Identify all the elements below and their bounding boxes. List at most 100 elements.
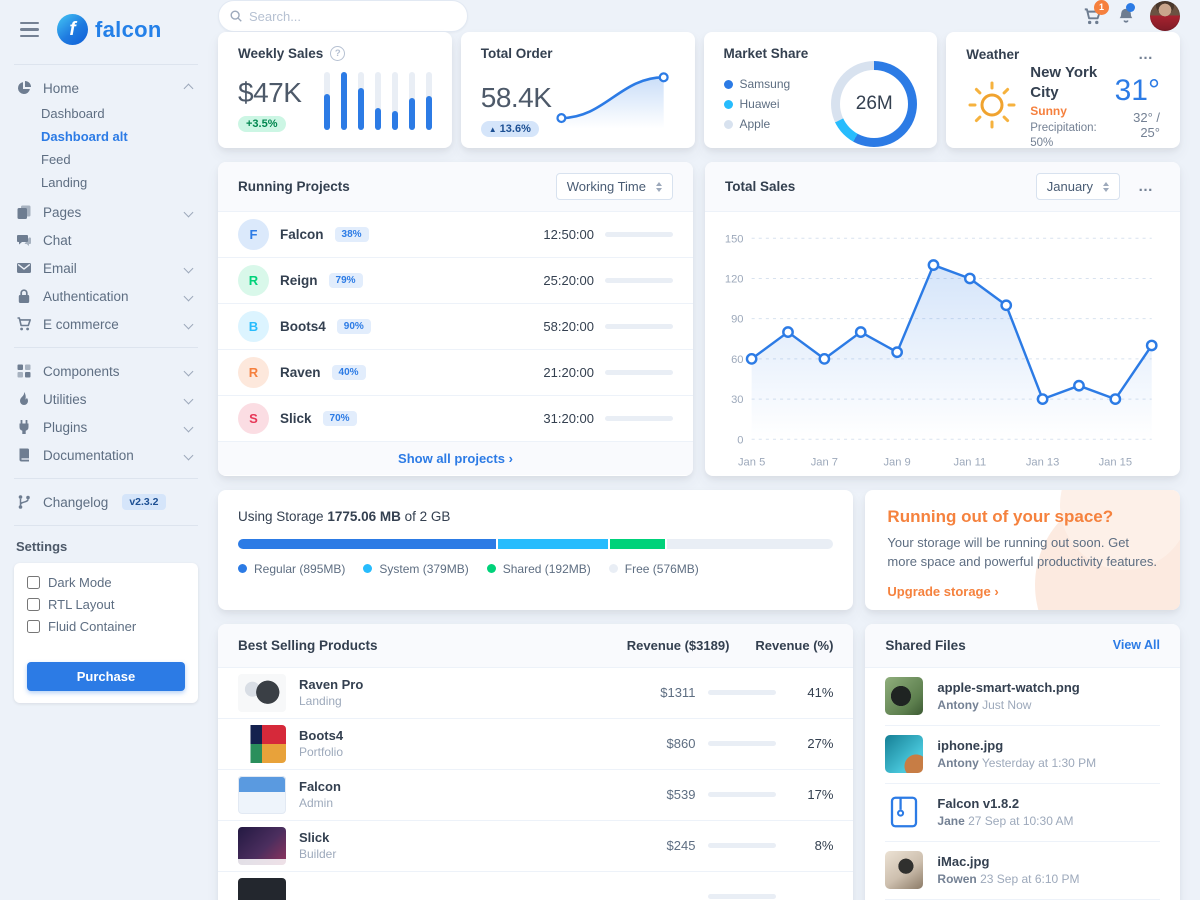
product-name-link[interactable]: Slick [299,830,329,845]
bar [341,72,347,130]
weather-range: 32° / 25° [1115,110,1160,140]
product-revenue: $1311 [617,685,695,700]
purchase-button[interactable]: Purchase [27,662,185,691]
project-row: SSlick70%31:20:00 [218,396,693,442]
sidebar-item-landing[interactable]: Landing [41,171,198,194]
sidebar-item-pages[interactable]: Pages [14,198,198,226]
file-row: apple-smart-watch.png Antony Just Now [885,668,1160,726]
sidebar-item-documentation[interactable]: Documentation [14,441,198,469]
project-name-link[interactable]: Boots4 [280,319,326,334]
project-avatar: S [238,403,269,434]
chevron-down-icon [184,394,194,404]
checkbox[interactable] [27,576,40,589]
brand-logo[interactable]: f falcon [57,14,162,45]
working-time-select[interactable]: Working Time [556,173,673,200]
product-row [218,872,853,900]
file-name-link[interactable]: iphone.jpg [937,738,1003,753]
file-row: Falcon v1.8.2Jane 27 Sep at 10:30 AM [885,784,1160,842]
ellipsis-menu-icon[interactable]: … [1132,178,1160,195]
sidebar-item-authentication[interactable]: Authentication [14,282,198,310]
project-row: RReign79%25:20:00 [218,258,693,304]
sidebar-item-utilities[interactable]: Utilities [14,385,198,413]
product-name-link[interactable]: Raven Pro [299,677,363,692]
storage-card: Using Storage 1775.06 MB of 2 GB Regular… [218,490,853,610]
view-all-link[interactable]: View All [1113,638,1160,652]
storage-summary: Using Storage 1775.06 MB of 2 GB [238,509,833,524]
legend-dot [363,564,372,573]
file-name-link[interactable]: apple-smart-watch.png [937,680,1079,695]
sidebar-item-feed[interactable]: Feed [41,148,198,171]
project-name-link[interactable]: Falcon [280,227,324,242]
flame-icon [16,391,33,407]
sidebar-item-dashboard-alt[interactable]: Dashboard alt [41,125,198,148]
product-revenue: $539 [617,787,695,802]
product-row: SlickBuilder$2458% [218,821,853,872]
product-percent: 27% [789,736,833,751]
best-selling-title: Best Selling Products [238,638,569,653]
product-thumbnail [238,827,286,865]
show-all-projects-link[interactable]: Show all projects › [398,451,513,466]
checkbox[interactable] [27,598,40,611]
project-avatar: R [238,357,269,388]
project-name-link[interactable]: Slick [280,411,312,426]
file-name-link[interactable]: iMac.jpg [937,854,989,869]
brand-name: falcon [95,17,162,43]
shared-files-card: Shared Files View All apple-smart-watch.… [865,624,1180,900]
weekly-sales-bar-chart [324,72,432,130]
file-name-link[interactable]: Falcon v1.8.2 [937,796,1019,811]
setting-fluid-container[interactable]: Fluid Container [27,619,185,634]
product-category: Landing [299,694,604,708]
product-name-link[interactable]: Boots4 [299,728,343,743]
project-name-link[interactable]: Reign [280,273,318,288]
setting-dark-mode[interactable]: Dark Mode [27,575,185,590]
sidebar-item-changelog[interactable]: Changelogv2.3.2 [14,488,198,516]
sidebar-item-plugins[interactable]: Plugins [14,413,198,441]
project-name-link[interactable]: Raven [280,365,321,380]
total-sales-chart: 0306090120150Jan 5Jan 7Jan 9Jan 11Jan 13… [705,212,1180,476]
sidebar-item-chat[interactable]: Chat [14,226,198,254]
upgrade-storage-link[interactable]: Upgrade storage › [887,584,998,599]
bar [409,72,415,130]
product-name-link[interactable]: Falcon [299,779,341,794]
search-icon [229,9,243,23]
legend-dot [724,100,733,109]
sidebar-item-components[interactable]: Components [14,357,198,385]
divider [14,525,198,526]
total-sales-title: Total Sales [725,179,795,194]
running-projects-title: Running Projects [238,179,350,194]
sidebar-item-e-commerce[interactable]: E commerce [14,310,198,338]
file-meta: Antony Just Now [937,698,1079,712]
user-avatar[interactable] [1150,1,1180,31]
total-order-badge: ▲13.6% [481,121,539,137]
project-row: BBoots490%58:20:00 [218,304,693,350]
chart-pie-icon [16,80,33,96]
total-order-value: 58.4K [481,82,552,114]
bell-icon[interactable] [1117,7,1135,25]
sidebar-item-dashboard[interactable]: Dashboard [41,102,198,125]
project-percent-badge: 40% [332,365,366,380]
file-thumbnail [885,677,923,715]
help-icon[interactable]: ? [330,46,345,61]
divider [14,478,198,479]
cart-icon [16,316,33,332]
product-progress [708,792,776,797]
product-percent: 8% [789,838,833,853]
search-input[interactable] [218,0,468,32]
cart-icon[interactable]: 1 [1083,7,1102,26]
hamburger-menu-icon[interactable] [18,20,41,40]
svg-text:150: 150 [725,233,744,245]
checkbox[interactable] [27,620,40,633]
product-progress [708,843,776,848]
ellipsis-menu-icon[interactable]: … [1132,46,1160,63]
setting-rtl-layout[interactable]: RTL Layout [27,597,185,612]
project-time: 21:20:00 [543,365,594,380]
sidebar-item-home[interactable]: Home [14,74,198,102]
topbar-actions: 1 [1083,1,1180,31]
total-order-title: Total Order [481,46,553,61]
month-select[interactable]: January [1036,173,1120,200]
product-row: Raven ProLanding$131141% [218,668,853,719]
sun-icon [966,79,1018,134]
sidebar-item-email[interactable]: Email [14,254,198,282]
product-thumbnail [238,878,286,900]
project-percent-badge: 90% [337,319,371,334]
